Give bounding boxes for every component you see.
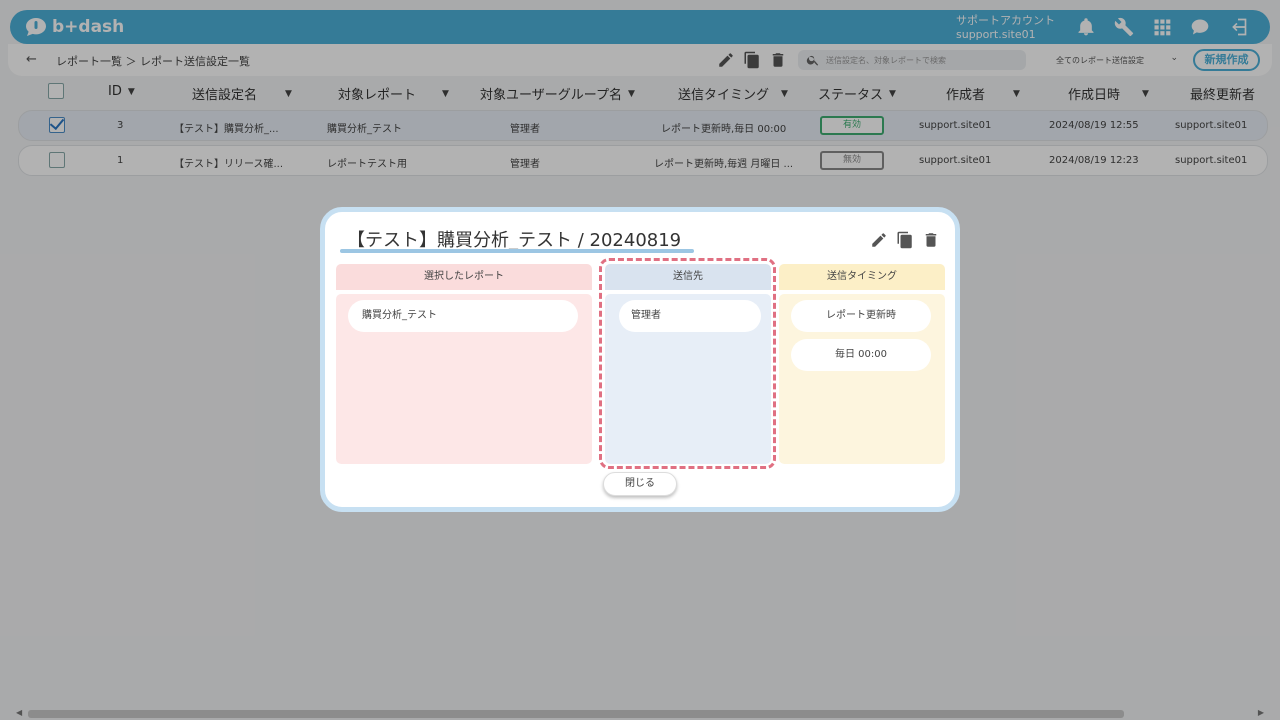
column-header: 選択したレポート (336, 264, 592, 290)
timing-column: 送信タイミング レポート更新時 毎日 00:00 (779, 264, 945, 464)
timing-chip: 毎日 00:00 (791, 339, 931, 371)
recipient-chip: 管理者 (619, 300, 761, 332)
selected-report-column: 選択したレポート 購買分析_テスト (336, 264, 592, 464)
edit-icon[interactable] (869, 230, 889, 250)
copy-icon[interactable] (895, 230, 915, 250)
trash-icon[interactable] (921, 230, 941, 250)
column-body: 管理者 (605, 294, 771, 464)
close-button[interactable]: 閉じる (603, 472, 677, 496)
detail-modal: 【テスト】購買分析_テスト / 20240819 選択したレポート 購買分析_テ… (320, 207, 960, 512)
recipient-column: 送信先 管理者 (605, 264, 771, 464)
title-underline (340, 249, 694, 253)
column-body: 購買分析_テスト (336, 294, 592, 464)
column-header: 送信タイミング (779, 264, 945, 290)
report-chip: 購買分析_テスト (348, 300, 578, 332)
column-body: レポート更新時 毎日 00:00 (779, 294, 945, 464)
column-header: 送信先 (605, 264, 771, 290)
timing-chip: レポート更新時 (791, 300, 931, 332)
